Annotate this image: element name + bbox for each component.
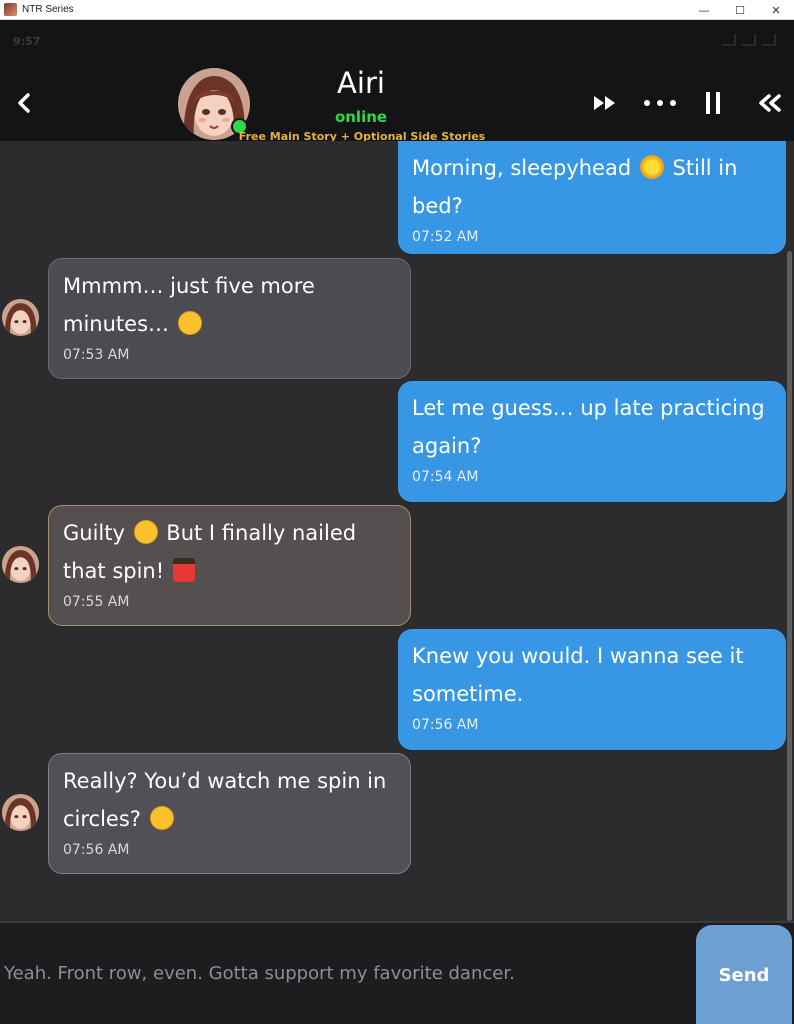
message-text: Knew you would. I wanna see it sometime. <box>412 644 744 706</box>
message-time: 07:54 AM <box>412 469 479 485</box>
contact-avatar-small <box>2 794 39 831</box>
phone-status-bar: 9:57 <box>0 20 794 64</box>
message-bubble-outgoing: Let me guess… up late practicing again? … <box>398 381 786 502</box>
contact-avatar-small <box>2 546 39 583</box>
message-bubble-incoming: Mmmm… just five more minutes… 07:53 AM <box>48 258 411 379</box>
fast-forward-button[interactable] <box>590 86 620 120</box>
message-time: 07:55 AM <box>63 594 130 610</box>
app-icon <box>4 3 17 16</box>
pause-button[interactable] <box>700 86 726 120</box>
message-text: Guilty But I finally nailed that spin! <box>63 520 357 583</box>
close-button[interactable]: ✕ <box>758 0 794 20</box>
chat-header: Airi online Free Main Story + Optional S… <box>0 64 794 143</box>
signal-icon <box>722 34 736 46</box>
sleepy-face-emoji <box>177 311 202 335</box>
avatar-portrait <box>2 546 39 583</box>
message-text: Let me guess… up late practicing again? <box>412 396 765 458</box>
window-titlebar: NTR Series — ☐ ✕ <box>0 0 794 20</box>
message-bubble-outgoing: Morning, sleepyhead Still in bed? 07:52 … <box>398 141 786 254</box>
message-input[interactable]: Yeah. Front row, even. Gotta support my … <box>4 923 694 1024</box>
message-time: 07:53 AM <box>63 347 130 363</box>
scrollbar[interactable] <box>787 251 792 921</box>
status-time: 9:57 <box>13 35 41 48</box>
wifi-icon <box>742 34 756 46</box>
pause-icon <box>706 92 720 114</box>
message-bubble-incoming: Really? You’d watch me spin in circles? … <box>48 753 411 874</box>
more-icon <box>644 100 676 106</box>
sun-emoji <box>639 155 664 179</box>
contact-avatar-small <box>2 299 39 336</box>
rewind-button[interactable] <box>756 86 784 120</box>
message-text: Morning, sleepyhead Still in bed? <box>412 155 738 218</box>
rewind-icon <box>759 94 781 112</box>
message-time: 07:52 AM <box>412 229 479 245</box>
window-title: NTR Series <box>22 4 74 15</box>
send-button[interactable]: Send <box>696 925 792 1024</box>
dancer-emoji <box>172 558 195 582</box>
fast-forward-icon <box>594 96 615 110</box>
more-button[interactable] <box>642 86 678 120</box>
message-time: 07:56 AM <box>63 842 130 858</box>
message-text: Mmmm… just five more minutes… <box>63 274 315 336</box>
message-bubble-incoming: Guilty But I finally nailed that spin! 0… <box>48 505 411 626</box>
status-icons <box>722 34 776 46</box>
battery-icon <box>762 34 776 46</box>
avatar-portrait <box>2 299 39 336</box>
maximize-button[interactable]: ☐ <box>722 0 758 20</box>
composer-bar: Yeah. Front row, even. Gotta support my … <box>0 921 794 1024</box>
avatar-portrait <box>2 794 39 831</box>
minimize-button[interactable]: — <box>686 0 722 20</box>
flushed-face-emoji <box>149 806 174 830</box>
window-controls: — ☐ ✕ <box>686 0 794 20</box>
message-time: 07:56 AM <box>412 717 479 733</box>
message-bubble-outgoing: Knew you would. I wanna see it sometime.… <box>398 629 786 750</box>
message-list[interactable]: Morning, sleepyhead Still in bed? 07:52 … <box>0 141 794 921</box>
persevering-face-emoji <box>133 520 158 544</box>
message-text: Really? You’d watch me spin in circles? <box>63 769 387 831</box>
